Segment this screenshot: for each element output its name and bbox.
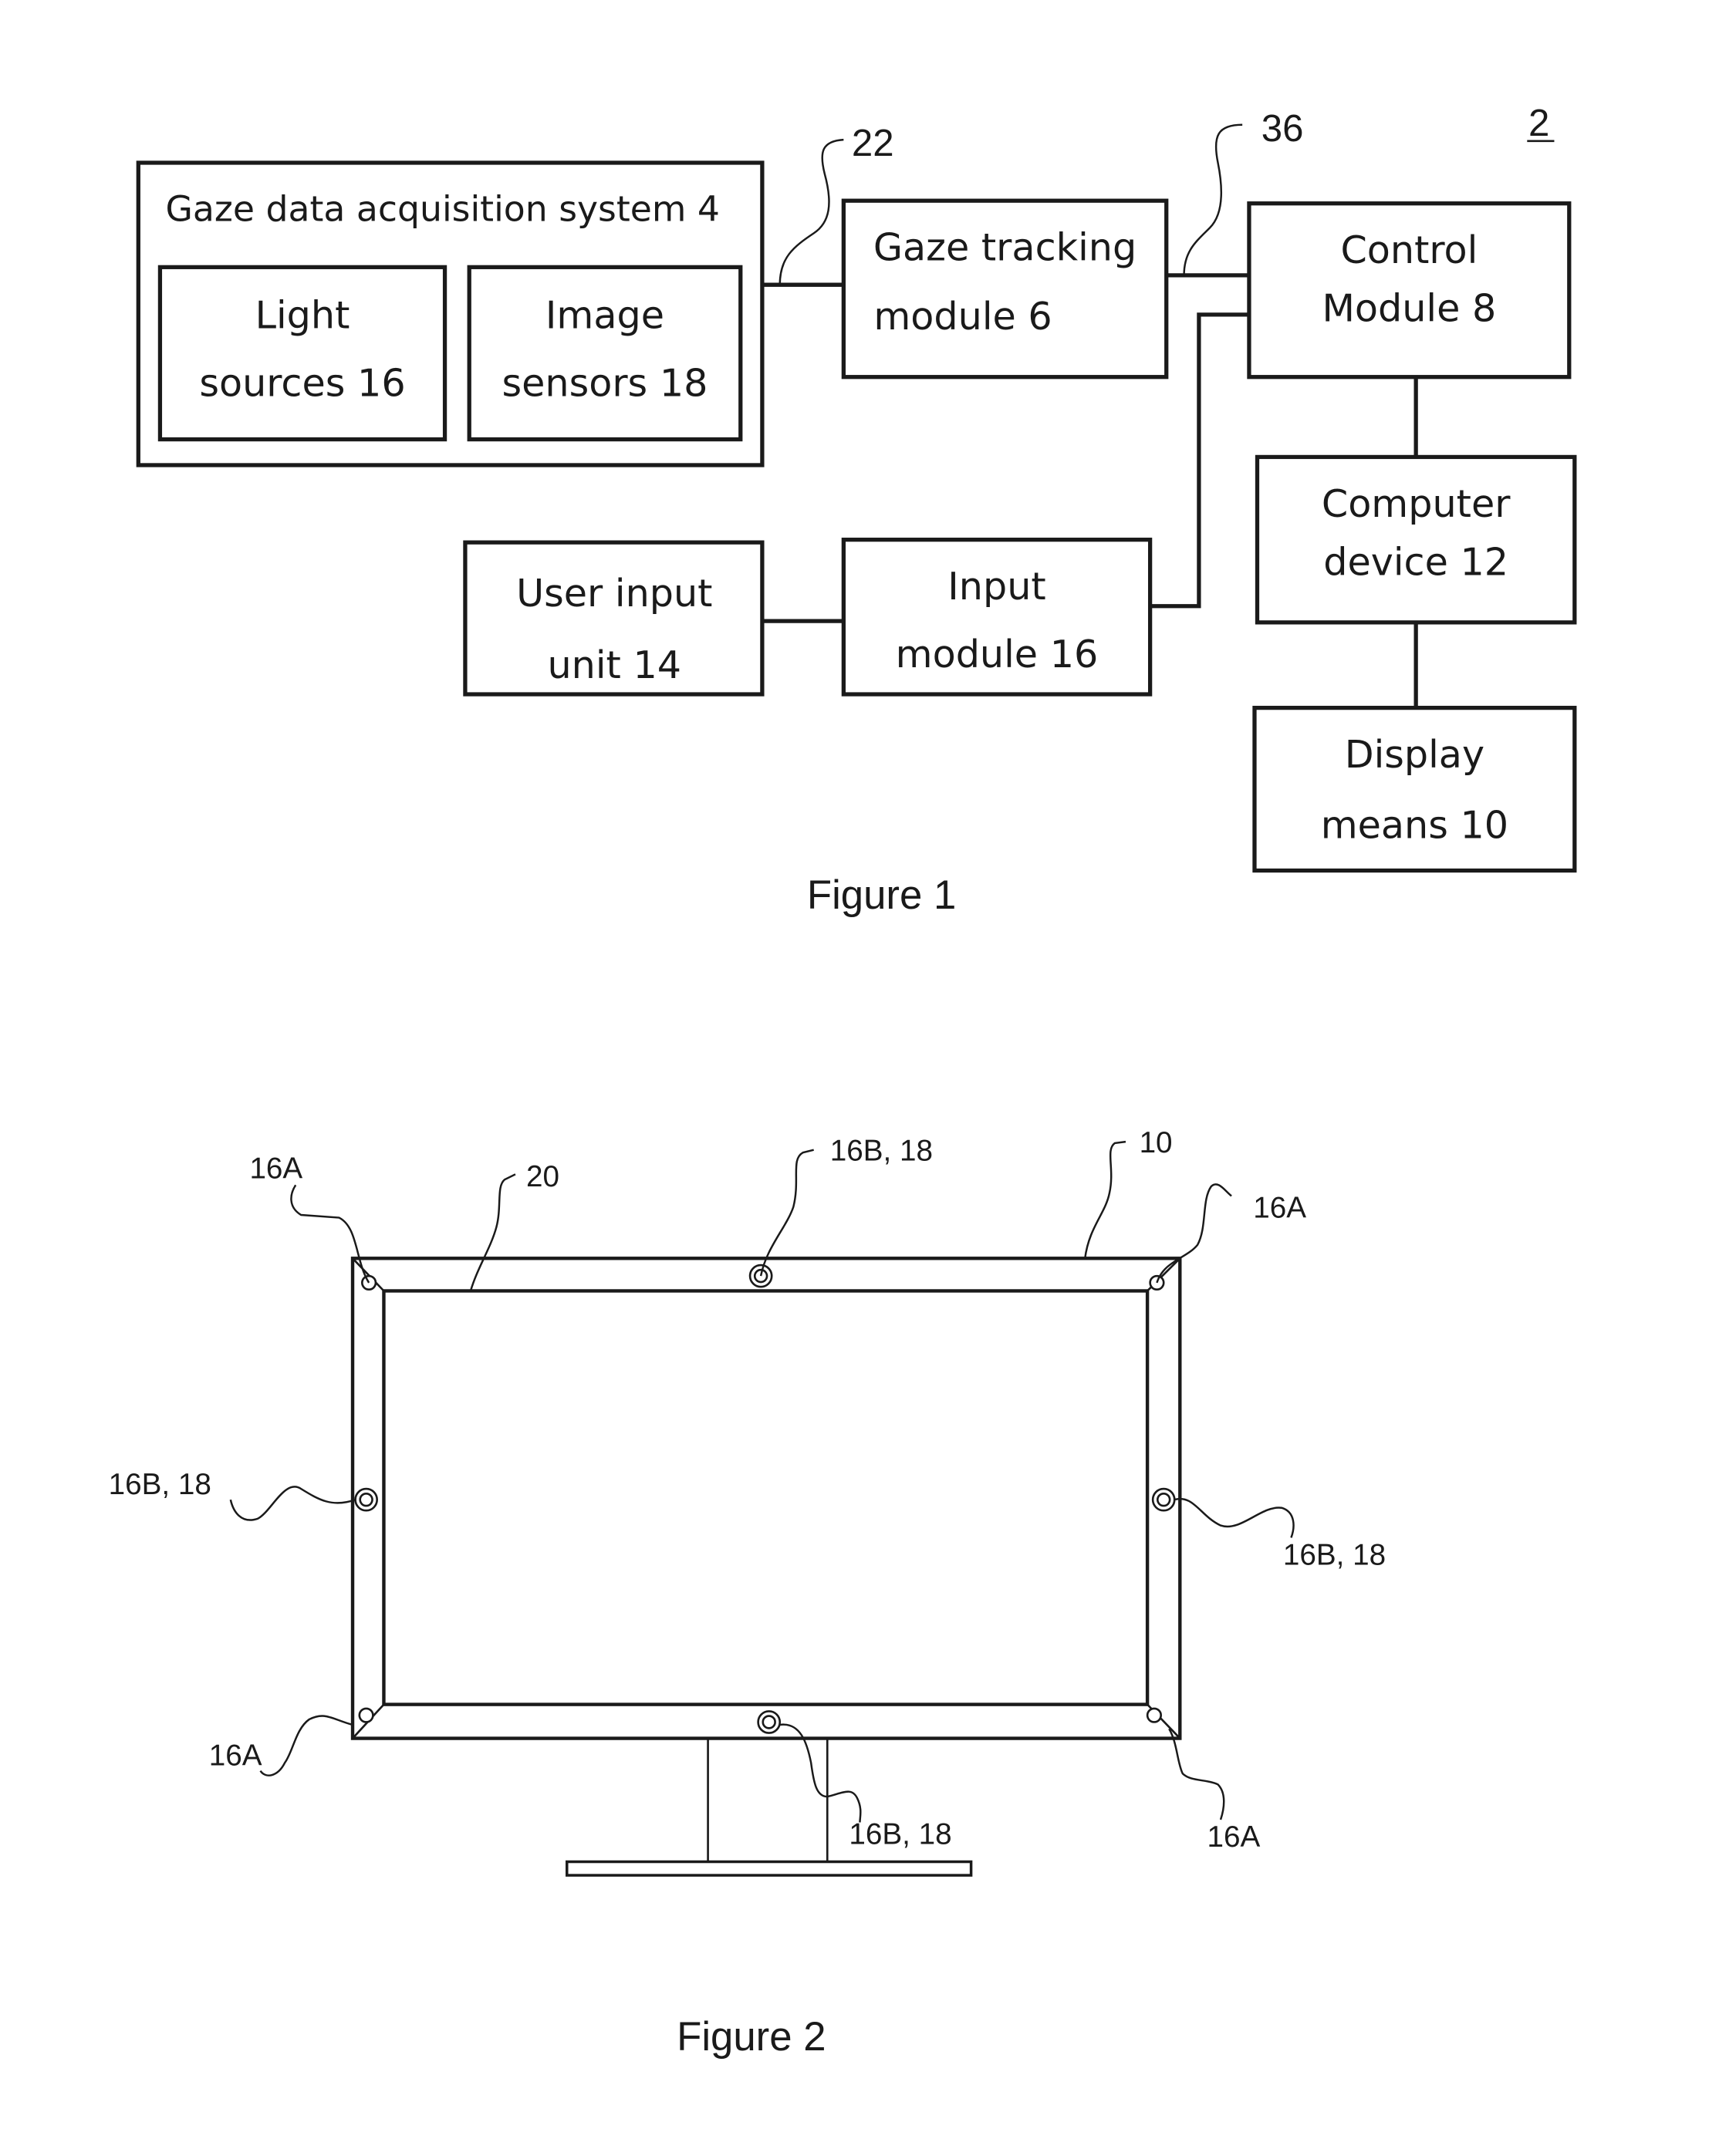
label-10: 10 <box>1140 1126 1173 1159</box>
light-source-16a-bottom-left <box>358 1707 374 1723</box>
light-sources-label-line2: sources 16 <box>199 360 405 405</box>
sensor-16b-bottom-center <box>757 1710 782 1734</box>
computer-device-label-line2: device 12 <box>1323 539 1508 584</box>
light-sources-label-line1: Light <box>255 292 350 337</box>
system-ref-number: 2 <box>1528 102 1549 144</box>
user-input-unit-label-line1: User input <box>516 571 712 616</box>
label-16b-bottom-center: 16B, 18 <box>849 1818 951 1851</box>
lead-16a-top-left <box>290 1184 370 1284</box>
lead-16a-top-right <box>1156 1183 1232 1284</box>
label-16a-bottom-right: 16A <box>1207 1820 1260 1854</box>
label-16b-left-middle: 16B, 18 <box>109 1468 211 1501</box>
label-20: 20 <box>526 1160 559 1193</box>
user-input-unit-label-line2: unit 14 <box>547 643 681 687</box>
label-16a-top-left: 16A <box>249 1152 302 1186</box>
lead-16a-bottom-right <box>1168 1728 1225 1820</box>
lead-20 <box>469 1173 516 1291</box>
gaze-tracking-module-label-line2: module 6 <box>873 294 1052 339</box>
ref-22: 22 <box>852 122 894 164</box>
lead-line-36 <box>1183 123 1243 275</box>
control-module-label-line1: Control <box>1340 228 1478 272</box>
display-means-label-line1: Display <box>1345 732 1484 777</box>
gaze-data-acquisition-system-label: Gaze data acquisition system 4 <box>165 189 720 230</box>
computer-device-label-line1: Computer <box>1322 481 1511 526</box>
lead-10 <box>1084 1140 1126 1259</box>
figure-1-block-diagram: 2 Gaze data acquisition system 4 Light s… <box>136 102 1577 918</box>
sensor-16b-left-middle <box>354 1487 378 1512</box>
input-module-label-line1: Input <box>947 564 1045 609</box>
label-16a-bottom-left: 16A <box>209 1739 262 1773</box>
label-16a-top-right: 16A <box>1253 1192 1306 1225</box>
figure-2-monitor-drawing: 16A 20 16B, 18 10 16A 16B, 18 16B, 18 16… <box>109 1126 1386 2060</box>
figure-1-caption: Figure 1 <box>807 872 956 918</box>
label-16b-right-middle: 16B, 18 <box>1283 1539 1386 1572</box>
image-sensors-label-line1: Image <box>545 292 664 337</box>
gaze-tracking-module-label-line1: Gaze tracking <box>873 225 1137 270</box>
monitor-screen <box>382 1289 1150 1706</box>
label-16b-top-center: 16B, 18 <box>830 1135 933 1168</box>
stand-base <box>566 1860 973 1877</box>
lead-16b-right-middle <box>1174 1497 1295 1538</box>
sensor-16b-right-middle <box>1151 1487 1176 1512</box>
lead-line-22 <box>778 138 844 285</box>
figure-2-caption: Figure 2 <box>677 2014 826 2060</box>
lead-16b-left-middle <box>229 1486 356 1521</box>
monitor-outer-frame <box>350 1257 1182 1740</box>
input-module-label-line2: module 16 <box>896 632 1099 676</box>
patent-drawing-sheet: 2 Gaze data acquisition system 4 Light s… <box>109 102 1577 2060</box>
control-module-label-line2: Module 8 <box>1322 286 1496 331</box>
light-source-16a-bottom-right <box>1146 1707 1163 1723</box>
image-sensors-label-line2: sensors 18 <box>502 360 708 405</box>
lead-16a-bottom-left <box>259 1715 353 1776</box>
ref-36: 36 <box>1261 107 1304 150</box>
display-means-label-line2: means 10 <box>1321 802 1508 847</box>
